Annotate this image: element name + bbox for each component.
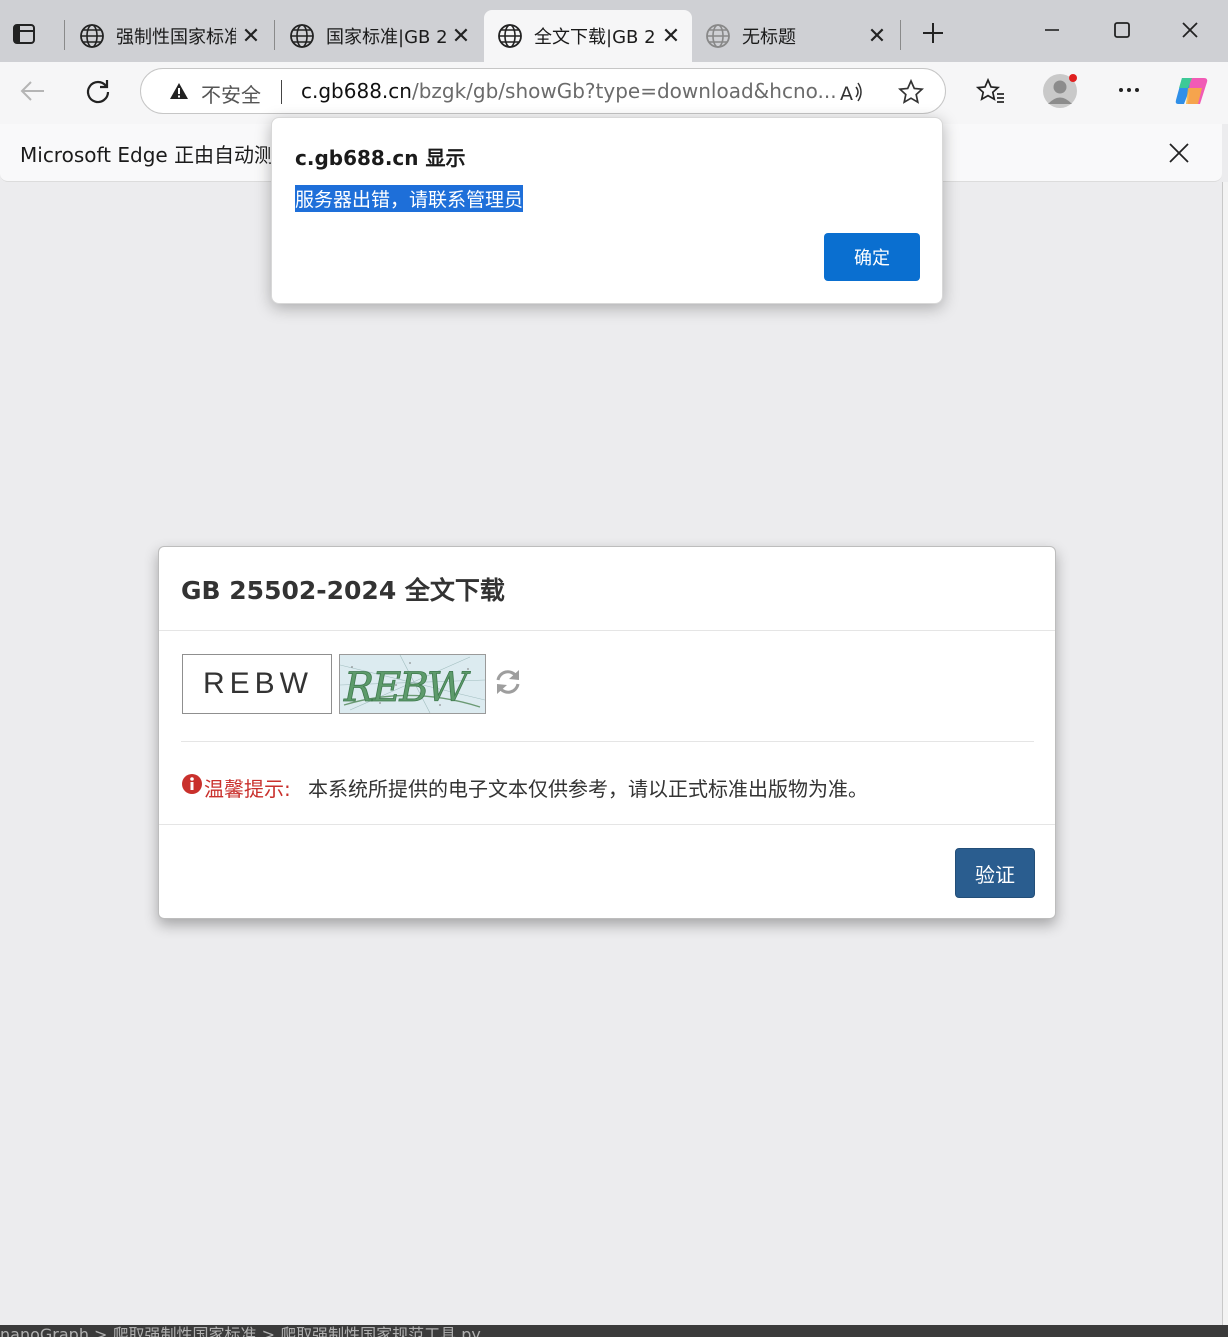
address-bar[interactable]: 不安全 c.gb688.cn/bzgk/gb/showGb?type=downl… <box>140 68 946 114</box>
maximize-icon[interactable] <box>1110 18 1134 42</box>
verify-button[interactable]: 验证 <box>955 848 1035 898</box>
minimize-icon[interactable] <box>1040 18 1064 42</box>
security-label[interactable]: 不安全 <box>201 79 261 108</box>
more-options-icon[interactable] <box>1116 80 1142 100</box>
tab-label: 无标题 <box>742 27 796 48</box>
svg-text:A: A <box>840 83 853 105</box>
globe-icon <box>290 24 314 48</box>
tab-label: 强制性国家标准 <box>116 27 236 48</box>
tab-close-icon[interactable]: ✕ <box>862 24 892 49</box>
tab-actions-icon[interactable] <box>12 22 36 46</box>
profile-avatar[interactable] <box>1042 73 1078 109</box>
captcha-image-graphic: REBW <box>340 655 485 713</box>
title-bar: 强制性国家标准 ✕ 国家标准|GB 25 ✕ 全文下载|GB 25 ✕ 无标题 … <box>0 0 1228 62</box>
page-scrollbar[interactable] <box>1222 182 1228 1325</box>
alert-ok-button[interactable]: 确定 <box>824 233 920 281</box>
new-tab-icon[interactable] <box>920 20 946 46</box>
modal-header-divider <box>159 630 1055 631</box>
tab-full-text-download[interactable]: 全文下载|GB 25 ✕ <box>484 10 692 62</box>
refresh-captcha-icon[interactable] <box>493 667 523 697</box>
globe-icon <box>80 24 104 48</box>
modal-title: GB 25502-2024 全文下载 <box>181 576 505 605</box>
info-alert-icon <box>181 773 203 795</box>
captcha-input[interactable] <box>182 654 332 714</box>
window-close-icon[interactable] <box>1178 18 1202 42</box>
modal-footer-divider <box>159 824 1055 825</box>
tab-compulsory-standards[interactable]: 强制性国家标准 ✕ <box>66 10 272 62</box>
tab-label: 国家标准|GB 25 <box>326 27 446 48</box>
refresh-icon[interactable] <box>84 77 112 105</box>
url-host: c.gb688.cn <box>301 79 412 103</box>
infobar-close-icon[interactable] <box>1166 140 1192 166</box>
tab-label: 全文下载|GB 25 <box>534 27 656 48</box>
favorite-star-icon[interactable] <box>897 78 925 106</box>
favorites-icon[interactable] <box>975 77 1006 105</box>
tab-untitled[interactable]: 无标题 ✕ <box>692 10 898 62</box>
tab-close-icon[interactable]: ✕ <box>656 24 686 49</box>
read-aloud-icon[interactable]: A <box>839 79 865 105</box>
alert-title: c.gb688.cn 显示 <box>295 146 466 170</box>
alert-dialog: c.gb688.cn 显示 服务器出错，请联系管理员 确定 <box>271 117 943 304</box>
captcha-image-text: REBW <box>343 665 471 711</box>
notice-label: 温馨提示: <box>204 777 291 801</box>
infobar-text: Microsoft Edge 正由自动测试 <box>20 143 295 167</box>
captcha-divider <box>181 741 1034 742</box>
download-modal: GB 25502-2024 全文下载 REBW 温馨提示: 本系统所提供的电子文… <box>158 546 1056 919</box>
back-icon[interactable] <box>18 79 46 103</box>
captcha-image[interactable]: REBW <box>339 654 486 714</box>
globe-icon <box>498 24 522 48</box>
url-text[interactable]: c.gb688.cn/bzgk/gb/showGb?type=download&… <box>301 79 837 103</box>
tab-national-standard[interactable]: 国家标准|GB 25 ✕ <box>276 10 482 62</box>
warning-icon[interactable] <box>169 82 189 100</box>
alert-message: 服务器出错，请联系管理员 <box>295 185 524 212</box>
url-path: /bzgk/gb/showGb?type=download&hcno... <box>411 79 837 103</box>
tab-close-icon[interactable]: ✕ <box>236 24 266 49</box>
globe-icon <box>706 24 730 48</box>
background-breadcrumb-strip: nanoGraph > 爬取强制性国家标准 > 爬取强制性国家规范工具.py <box>0 1325 1228 1337</box>
copilot-icon[interactable] <box>1174 74 1210 108</box>
tab-close-icon[interactable]: ✕ <box>446 24 476 49</box>
background-breadcrumb-text: nanoGraph > 爬取强制性国家标准 > 爬取强制性国家规范工具.py <box>0 1325 481 1337</box>
notice-text: 本系统所提供的电子文本仅供参考，请以正式标准出版物为准。 <box>308 777 868 801</box>
